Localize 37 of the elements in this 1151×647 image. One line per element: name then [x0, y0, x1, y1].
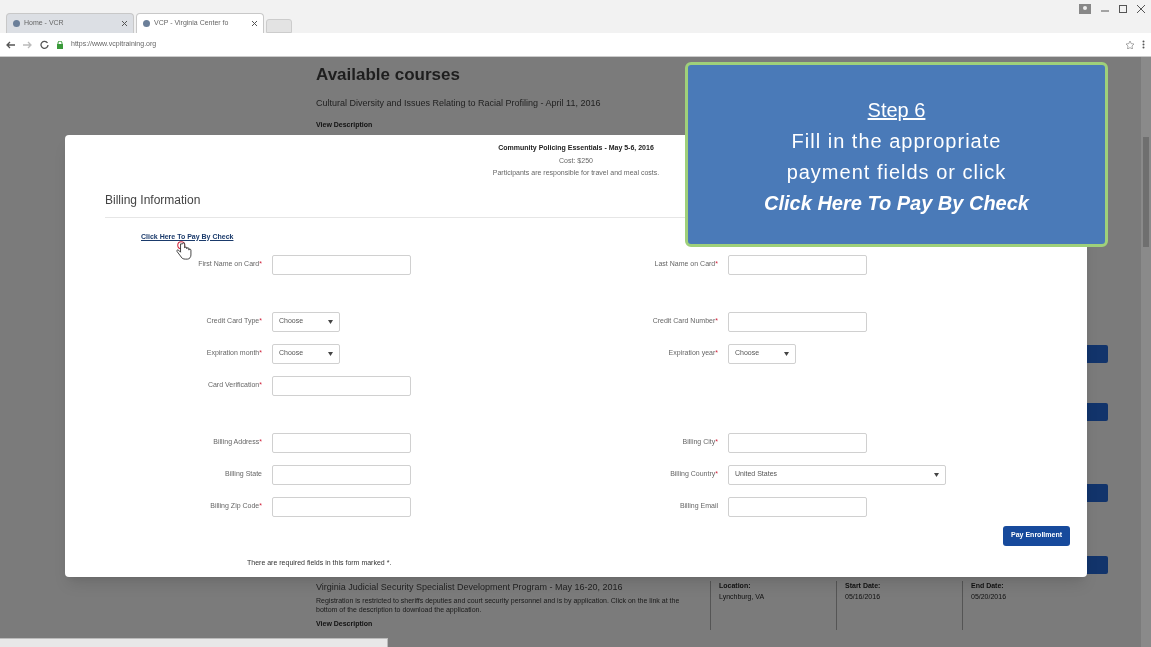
menu-icon[interactable] [1142, 40, 1145, 49]
user-icon[interactable] [1079, 4, 1091, 14]
page-heading: Available courses [316, 64, 461, 86]
step-title: Step 6 [867, 97, 926, 123]
course-title: Virginia Judicial Security Specialist Development Program - May 16-20, 2016 [316, 580, 623, 594]
course-title: Cultural Diversity and Issues Relating to Racial Profiling - April 11, 2016 [316, 96, 601, 110]
caret-icon [934, 472, 939, 477]
close-icon[interactable] [252, 21, 257, 26]
text-field[interactable] [272, 375, 411, 396]
callout-emphasis: Click Here To Pay By Check [764, 190, 1029, 216]
text-field[interactable] [272, 496, 411, 517]
back-icon[interactable] [6, 40, 15, 49]
callout-text: payment fields or click [786, 159, 1007, 185]
maximize-icon[interactable] [1119, 5, 1127, 13]
globe-icon [13, 20, 20, 27]
globe-icon [143, 20, 150, 27]
section-title: Billing Information [105, 192, 201, 207]
close-icon[interactable] [1137, 5, 1145, 13]
caret-icon [328, 319, 333, 324]
text-field[interactable] [728, 496, 867, 517]
text-field[interactable] [272, 432, 411, 453]
caret-icon [784, 351, 789, 356]
star-icon[interactable] [1126, 40, 1134, 49]
close-icon[interactable] [122, 21, 127, 26]
text-field[interactable] [728, 254, 867, 275]
forward-icon[interactable] [23, 40, 32, 49]
text-field[interactable] [728, 432, 867, 453]
hand-cursor-icon [175, 241, 193, 262]
lock-icon [57, 40, 63, 49]
scrollbar[interactable] [1141, 57, 1151, 647]
caret-icon [328, 351, 333, 356]
text-field[interactable] [272, 464, 411, 485]
new-tab-button[interactable] [266, 19, 292, 33]
text-field[interactable] [728, 311, 867, 332]
text-field[interactable] [272, 254, 411, 275]
reload-icon[interactable] [40, 40, 49, 49]
callout-text: Fill in the appropriate [791, 128, 1002, 154]
